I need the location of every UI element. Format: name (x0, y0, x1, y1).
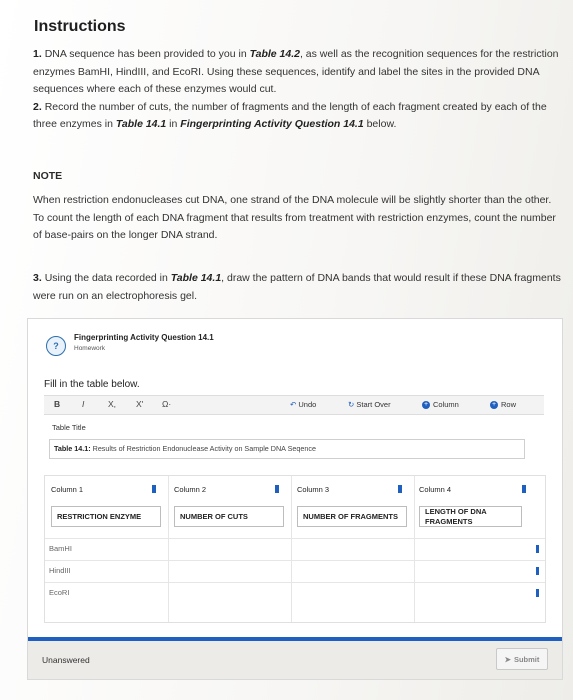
answer-table: Column 1 RESTRICTION ENZYME Column 2 NUM… (44, 475, 546, 623)
question-icon: ? (46, 336, 66, 356)
question-footer: Unanswered ➤ Submit (28, 637, 562, 679)
plus-icon: + (422, 401, 430, 410)
item-number: 2. (33, 100, 42, 113)
column-menu-icon[interactable] (398, 485, 402, 493)
special-characters-button[interactable]: Ω· (162, 399, 171, 409)
column-label: Column (433, 400, 459, 409)
submit-button[interactable]: ➤ Submit (496, 648, 548, 670)
table-title-bold: Table 14.1: (54, 444, 91, 453)
refresh-icon: ↻ (348, 400, 355, 409)
page-title: Instructions (34, 18, 126, 35)
question-card: ? Fingerprinting Activity Question 14.1 … (27, 318, 563, 680)
instructions-text: 1. DNA sequence has been provided to you… (33, 46, 563, 134)
send-icon: ➤ (504, 654, 511, 664)
row-menu-icon[interactable] (536, 567, 539, 575)
superscript-button[interactable]: X' (136, 399, 143, 409)
instruction-text: Using the data recorded in (44, 272, 171, 284)
start-over-button[interactable]: ↻ Start Over (348, 400, 391, 409)
bold-button[interactable]: B (54, 399, 60, 409)
item-number: 1. (33, 48, 42, 60)
table-row: EcoRI (45, 582, 545, 603)
column-header-input[interactable]: NUMBER OF CUTS (174, 506, 284, 527)
italic-button[interactable]: I (82, 399, 84, 409)
row-label[interactable]: BamHI (49, 544, 72, 553)
table-reference: Table 14.1 (115, 118, 167, 130)
undo-icon: ↶ (290, 400, 297, 409)
question-reference: Fingerprinting Activity Question 14.1 (180, 118, 364, 130)
submit-label: Submit (513, 654, 540, 664)
table-reference: Table 14.1 (170, 272, 222, 284)
column-menu-icon[interactable] (152, 485, 156, 493)
row-menu-icon[interactable] (536, 589, 539, 597)
table-title-text: Results of Restriction Endonuclease Acti… (90, 444, 316, 453)
column-name: Column 1 (51, 485, 84, 494)
question-title: Fingerprinting Activity Question 14.1 (74, 333, 214, 342)
plus-icon: + (490, 401, 498, 410)
column-header-input[interactable]: LENGTH OF DNA FRAGMENTS (419, 506, 522, 527)
column-name: Column 2 (174, 485, 207, 494)
editor-toolbar: B I X, X' Ω· ↶ Undo ↻ Start Over + Column… (44, 395, 544, 415)
item3-text: 3. Using the data recorded in Table 14.1… (33, 270, 563, 305)
instruction-text: DNA sequence has been provided to you in (44, 48, 250, 60)
row-label: Row (501, 400, 517, 409)
question-prompt: Fill in the table below. (44, 379, 140, 390)
item-number: 3. (33, 272, 42, 284)
undo-label: Undo (298, 400, 317, 409)
column-name: Column 4 (419, 485, 452, 494)
column-header-input[interactable]: NUMBER OF FRAGMENTS (297, 506, 407, 527)
add-row-button[interactable]: + Row (490, 400, 517, 410)
column-menu-icon[interactable] (522, 485, 526, 493)
table-row: HindIII (45, 560, 545, 581)
row-label[interactable]: EcoRI (49, 588, 69, 597)
row-label[interactable]: HindIII (49, 566, 71, 575)
row-menu-icon[interactable] (536, 545, 539, 553)
start-over-label: Start Over (356, 400, 391, 409)
question-subtitle: Homework (74, 345, 106, 352)
instruction-text: below. (363, 118, 397, 130)
undo-button[interactable]: ↶ Undo (290, 400, 316, 409)
note-text: When restriction endonucleases cut DNA, … (33, 194, 556, 241)
column-header-input[interactable]: RESTRICTION ENZYME (51, 506, 161, 527)
column-name: Column 3 (297, 485, 330, 494)
note-title: NOTE (33, 170, 63, 182)
subscript-button[interactable]: X, (108, 399, 116, 409)
instruction-text: in (166, 118, 181, 130)
add-column-button[interactable]: + Column (422, 400, 459, 410)
table-row: BamHI (45, 538, 545, 559)
status-text: Unanswered (42, 655, 90, 665)
page: Instructions 1. DNA sequence has been pr… (0, 0, 573, 700)
column-menu-icon[interactable] (275, 485, 279, 493)
table-reference: Table 14.2 (249, 48, 300, 60)
table-title-input[interactable]: Table 14.1: Results of Restriction Endon… (49, 439, 525, 459)
table-title-label: Table Title (52, 423, 86, 432)
